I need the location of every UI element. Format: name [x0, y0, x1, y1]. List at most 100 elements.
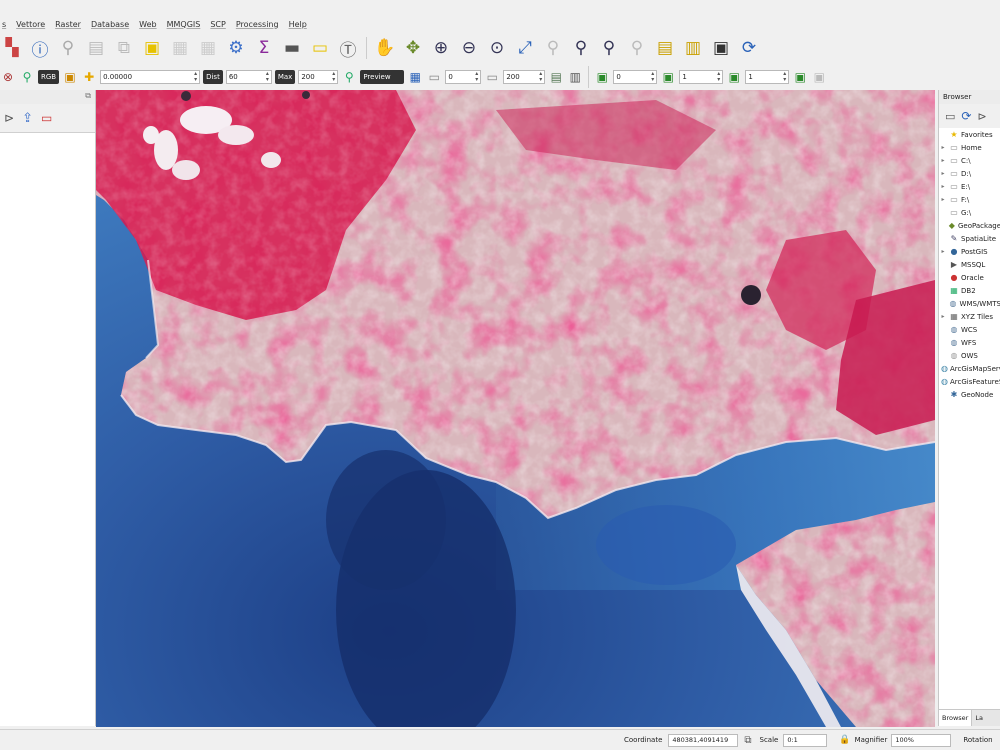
band-3-field[interactable]: 1 ▴ ▾ [745, 70, 790, 84]
browser-item[interactable]: ◆ GeoPackage [939, 219, 1000, 232]
browser-item[interactable]: ▸ ▭ E:\ [939, 180, 1000, 193]
zoom-out-icon[interactable]: ⊖ [457, 36, 481, 60]
dist-field[interactable]: 60 ▴ ▾ [225, 70, 272, 84]
max-field[interactable]: 200 ▴ ▾ [298, 70, 339, 84]
measure-icon[interactable]: ▬ [280, 36, 304, 60]
rgb-band-icon[interactable]: ▥ [567, 69, 583, 85]
menu-item-database[interactable]: Database [91, 20, 129, 29]
menu-item-raster[interactable]: Raster [55, 20, 81, 29]
zoom-next-gray-icon[interactable]: ⚲ [625, 36, 649, 60]
browser-item[interactable]: ◍ WFS [939, 336, 1000, 349]
annotation-icon[interactable]: ▭ [308, 36, 332, 60]
browser-item[interactable]: ✎ SpatiaLite [939, 232, 1000, 245]
browser-filter-icon[interactable]: ⊳ [977, 110, 986, 123]
statistics-sigma-icon[interactable]: Σ [252, 36, 276, 60]
zoom-native-icon[interactable]: ⊙ [485, 36, 509, 60]
zoom-selection-gray-icon[interactable]: ⚲ [541, 36, 565, 60]
gray-band-icon[interactable]: ▣ [811, 69, 827, 85]
green-band-3-icon[interactable]: ▣ [726, 69, 742, 85]
browser-item[interactable]: ▸ ▭ D:\ [939, 167, 1000, 180]
copy-gray-icon[interactable]: ⧉ [112, 36, 136, 60]
green-band-4-icon[interactable]: ▣ [792, 69, 808, 85]
scale-field[interactable]: 0:1 [783, 733, 828, 747]
menu-item-scp[interactable]: SCP [210, 20, 226, 29]
pan-hand-icon[interactable]: ✋ [373, 36, 397, 60]
browser-item[interactable]: ✱ GeoNode [939, 388, 1000, 401]
classification-icon[interactable]: ▦ [407, 69, 423, 85]
expand-arrow-icon[interactable]: ▸ [939, 248, 947, 255]
band-2-field[interactable]: 1 ▴ ▾ [679, 70, 724, 84]
browser-item[interactable]: ▶ MSSQL [939, 258, 1000, 271]
menu-item-processing[interactable]: Processing [236, 20, 279, 29]
raster-icon[interactable]: ▤ [548, 69, 564, 85]
threshold-field[interactable]: 0.00000 ▴ ▾ [100, 70, 201, 84]
preview-transparency-icon[interactable]: ▭ [484, 69, 500, 85]
identify-icon[interactable]: ⓘ [28, 36, 52, 61]
show-bookmarks-icon[interactable]: ▥ [681, 36, 705, 60]
preview-value-field[interactable]: 200 ▴ ▾ [503, 70, 546, 84]
magnifier-field[interactable]: 100% [891, 733, 952, 747]
preview-zoom-icon[interactable]: ⚲ [341, 69, 357, 85]
field-calculator-gray-icon[interactable]: ▦ [196, 36, 220, 60]
browser-item[interactable]: ▭ G:\ [939, 206, 1000, 219]
browser-item[interactable]: ▸ ▭ C:\ [939, 154, 1000, 167]
menu-item-web[interactable]: Web [139, 20, 156, 29]
select-features-icon[interactable]: ▣ [140, 36, 164, 60]
zoom-layer-icon[interactable]: ⚲ [569, 36, 593, 60]
table-gray-icon[interactable]: ▤ [84, 36, 108, 60]
extents-toggle-icon[interactable]: ⧉ [744, 735, 751, 746]
browser-item[interactable]: ◍ OWS [939, 349, 1000, 362]
zoom-full-icon[interactable]: ⤢ [513, 36, 537, 60]
menu-item-vector[interactable]: Vettore [16, 20, 45, 29]
green-band-2-icon[interactable]: ▣ [660, 69, 676, 85]
menu-item-layer[interactable]: s [2, 20, 6, 29]
browser-item[interactable]: ▸ ▭ F:\ [939, 193, 1000, 206]
layer-styling-icon[interactable]: ▚ [0, 36, 24, 60]
gear-icon[interactable]: ⚙ [224, 36, 248, 60]
temporal-controller-icon[interactable]: ▣ [709, 36, 733, 60]
expand-arrow-icon[interactable]: ▸ [939, 157, 947, 164]
menu-item-mmqgis[interactable]: MMQGIS [167, 20, 201, 29]
green-band-icon[interactable]: ▣ [594, 69, 610, 85]
filter-icon[interactable]: ⊳ [4, 111, 14, 125]
browser-item[interactable]: ★ Favorites [939, 128, 1000, 141]
expand-arrow-icon[interactable]: ▸ [939, 144, 947, 151]
new-bookmark-icon[interactable]: ▤ [653, 36, 677, 60]
zoom-in-icon[interactable]: ⊕ [429, 36, 453, 60]
zoom-gray-icon[interactable]: ⚲ [56, 36, 80, 60]
expand-arrow-icon[interactable]: ▸ [939, 170, 947, 177]
browser-item[interactable]: ▸ ▦ XYZ Tiles [939, 310, 1000, 323]
coordinate-field[interactable]: 480381,4091419 [668, 733, 739, 747]
preview-size-field[interactable]: 0 ▴ ▾ [445, 70, 482, 84]
browser-refresh-icon[interactable]: ⟳ [961, 109, 971, 123]
browser-item[interactable]: ▸ ● PostGIS [939, 245, 1000, 258]
zoom-roi-icon[interactable]: ⚲ [19, 69, 35, 85]
attribute-table-gray-icon[interactable]: ▦ [168, 36, 192, 60]
map-canvas[interactable] [96, 90, 935, 727]
menu-item-help[interactable]: Help [289, 20, 307, 29]
tab-browser[interactable]: Browser [939, 710, 973, 726]
add-icon[interactable]: ✚ [81, 69, 97, 85]
refresh-icon[interactable]: ⟳ [737, 36, 761, 60]
expand-arrow-icon[interactable]: ▸ [939, 313, 947, 320]
browser-item[interactable]: ▸ ▭ Home [939, 141, 1000, 154]
expand-arrow-icon[interactable]: ▸ [939, 183, 947, 190]
panel-float-icon[interactable]: ⧉ [85, 91, 91, 101]
expand-arrow-icon[interactable]: ▸ [939, 196, 947, 203]
browser-item[interactable]: ◍ WCS [939, 323, 1000, 336]
band-set-icon[interactable]: ▣ [62, 69, 78, 85]
lock-scale-icon[interactable]: 🔒 [839, 735, 850, 745]
remove-layer-icon[interactable]: ▭ [41, 111, 52, 125]
preview-icon[interactable]: ▭ [426, 69, 442, 85]
browser-item[interactable]: ◍ArcGisFeatureServer [939, 375, 1000, 388]
browser-item[interactable]: ◍ArcGisMapServer [939, 362, 1000, 375]
zoom-last-icon[interactable]: ⚲ [597, 36, 621, 60]
move-up-icon[interactable]: ⇪ [22, 111, 33, 126]
add-selected-icon[interactable]: ▭ [945, 110, 955, 123]
roi-pointer-icon[interactable]: ⊗ [0, 69, 16, 85]
band-1-field[interactable]: 0 ▴ ▾ [613, 70, 658, 84]
pan-to-selection-icon[interactable]: ✥ [401, 36, 425, 60]
text-annotation-icon[interactable]: Ⓣ [336, 36, 360, 61]
tab-layers[interactable]: La [972, 710, 986, 726]
browser-item[interactable]: ▦ DB2 [939, 284, 1000, 297]
